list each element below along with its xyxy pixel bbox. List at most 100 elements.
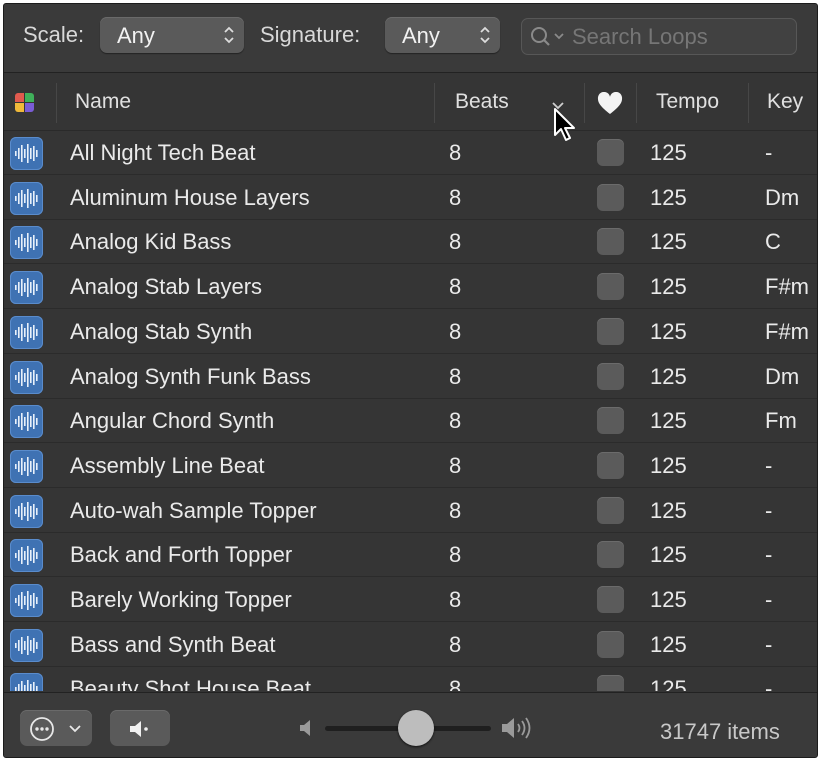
table-row[interactable]: Bass and Synth Beat 8 125 - — [4, 623, 817, 667]
browser-footer: 31747 items — [4, 692, 817, 757]
loop-tempo: 125 — [650, 229, 687, 255]
favorite-checkbox[interactable] — [597, 451, 624, 479]
loop-tempo: 125 — [650, 363, 687, 389]
loop-tempo: 125 — [650, 631, 687, 657]
loop-tempo: 125 — [650, 140, 687, 165]
ellipsis-circle-icon — [30, 717, 54, 741]
favorite-checkbox[interactable] — [597, 496, 624, 524]
audio-loop-icon — [10, 137, 43, 170]
audio-loop-icon — [10, 539, 43, 573]
favorite-checkbox[interactable] — [597, 139, 624, 166]
table-row[interactable]: Analog Stab Layers 8 125 F#m — [4, 265, 817, 310]
volume-low-icon — [300, 720, 310, 736]
volume-high-icon — [502, 717, 531, 739]
signature-popup[interactable]: Any — [385, 17, 500, 53]
loop-name: Barely Working Topper — [70, 587, 292, 612]
audio-loop-icon — [10, 360, 43, 394]
loop-beats: 8 — [449, 676, 462, 691]
loop-tempo: 125 — [650, 542, 687, 568]
loop-beats: 8 — [449, 229, 462, 255]
search-input[interactable]: Search Loops — [572, 24, 708, 50]
favorite-checkbox[interactable] — [597, 362, 624, 390]
loop-beats: 8 — [449, 184, 462, 210]
table-row[interactable]: Analog Kid Bass 8 125 C — [4, 220, 817, 265]
audio-loop-icon — [10, 271, 43, 305]
column-header-tempo[interactable]: Tempo — [656, 90, 719, 114]
more-options-button[interactable] — [20, 710, 92, 746]
loop-list[interactable]: All Night Tech Beat 8 125 - Aluminum House L… — [4, 131, 817, 691]
volume-slider-knob[interactable] — [398, 710, 435, 746]
search-icon[interactable] — [530, 26, 568, 48]
loop-name: Analog Kid Bass — [70, 229, 232, 255]
table-row[interactable]: Analog Stab Synth 8 125 F#m — [4, 310, 817, 354]
column-header-key[interactable]: Key — [767, 90, 803, 114]
loop-beats: 8 — [449, 497, 462, 523]
favorite-checkbox[interactable] — [597, 541, 624, 569]
loop-key: Fm — [765, 408, 797, 434]
up-down-arrows-icon — [480, 26, 490, 44]
loop-beats: 8 — [449, 140, 462, 165]
column-separator — [636, 83, 637, 123]
loop-tempo: 125 — [650, 184, 687, 210]
audio-loop-icon — [10, 226, 43, 260]
loop-key: - — [765, 587, 773, 612]
loop-name: Back and Forth Topper — [70, 542, 293, 568]
favorite-checkbox[interactable] — [597, 273, 624, 301]
loop-beats: 8 — [449, 587, 462, 612]
loop-tempo: 125 — [650, 587, 687, 612]
loop-key: Dm — [765, 363, 800, 389]
scale-label: Scale: — [23, 22, 85, 47]
filter-toolbar: Scale: Any Signature: Any Search Loops — [4, 4, 817, 73]
loop-tempo: 125 — [650, 676, 687, 691]
audio-loop-icon — [10, 405, 43, 439]
favorite-checkbox[interactable] — [597, 228, 624, 256]
favorite-checkbox[interactable] — [597, 407, 624, 435]
loop-key: C — [765, 229, 781, 255]
favorite-checkbox[interactable] — [597, 675, 624, 691]
loop-tempo: 125 — [650, 452, 687, 478]
table-row[interactable]: Analog Synth Funk Bass 8 125 Dm — [4, 355, 817, 399]
table-row[interactable]: Aluminum House Layers 8 125 Dm — [4, 176, 817, 220]
speaker-icon — [130, 721, 148, 737]
loop-key: - — [765, 542, 773, 568]
loop-tempo: 125 — [650, 408, 687, 434]
loop-key: F#m — [765, 318, 809, 344]
up-down-arrows-icon — [224, 26, 234, 44]
search-field[interactable]: Search Loops — [521, 18, 797, 55]
favorite-checkbox[interactable] — [597, 586, 624, 613]
loop-name: All Night Tech Beat — [70, 140, 256, 165]
table-row[interactable]: Barely Working Topper 8 125 - — [4, 578, 817, 622]
scale-value: Any — [117, 23, 155, 48]
column-header-name[interactable]: Name — [75, 90, 131, 114]
loop-key: F#m — [765, 274, 809, 300]
signature-value: Any — [402, 23, 440, 48]
color-grid-icon[interactable] — [12, 90, 37, 115]
loop-key: - — [765, 452, 773, 478]
favorite-checkbox[interactable] — [597, 630, 624, 658]
loop-name: Analog Stab Synth — [70, 318, 253, 344]
scale-popup[interactable]: Any — [100, 17, 244, 53]
table-row[interactable]: Angular Chord Synth 8 125 Fm — [4, 399, 817, 444]
column-separator — [56, 83, 57, 123]
loop-key: - — [765, 497, 773, 523]
table-row[interactable]: Beauty Shot House Beat 8 125 - — [4, 667, 817, 691]
preview-speaker-button[interactable] — [110, 710, 170, 746]
favorite-checkbox[interactable] — [597, 317, 624, 345]
table-row[interactable]: Assembly Line Beat 8 125 - — [4, 444, 817, 488]
loop-name: Angular Chord Synth — [70, 408, 275, 434]
column-header-beats[interactable]: Beats — [455, 90, 509, 114]
table-row[interactable]: All Night Tech Beat 8 125 - — [4, 131, 817, 175]
loop-key: Dm — [765, 184, 800, 210]
heart-icon[interactable] — [597, 92, 623, 116]
loop-name: Beauty Shot House Beat — [70, 676, 311, 691]
favorite-checkbox[interactable] — [597, 183, 624, 211]
audio-loop-icon — [10, 584, 43, 617]
loop-beats: 8 — [449, 363, 462, 389]
audio-loop-icon — [10, 181, 43, 215]
loop-name: Bass and Synth Beat — [70, 631, 276, 657]
loop-name: Assembly Line Beat — [70, 452, 265, 478]
column-header: Name Beats Tempo Key — [4, 73, 817, 131]
table-row[interactable]: Auto-wah Sample Topper 8 125 - — [4, 489, 817, 533]
loop-name: Analog Stab Layers — [70, 274, 263, 300]
table-row[interactable]: Back and Forth Topper 8 125 - — [4, 533, 817, 578]
